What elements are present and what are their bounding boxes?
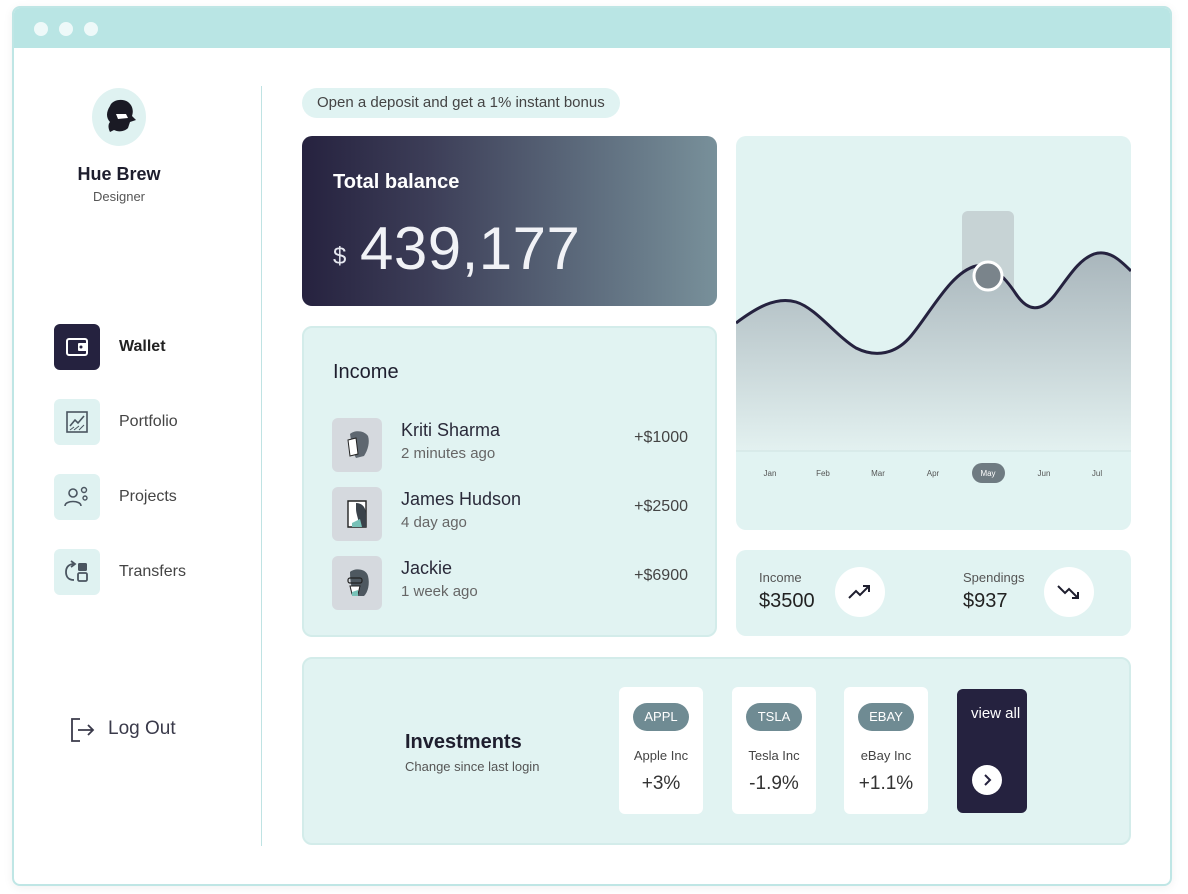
- x-tick-labels: Jan Feb Mar Apr May Jun Jul: [764, 469, 1103, 478]
- logout-label: Log Out: [108, 718, 176, 739]
- sidebar-item-label: Projects: [119, 488, 177, 505]
- investments-card: Investments Change since last login APPL…: [302, 657, 1131, 845]
- trending-up-icon[interactable]: [835, 567, 885, 617]
- investments-subtitle: Change since last login: [405, 759, 540, 774]
- income-time: 1 week ago: [401, 583, 478, 600]
- window-minimize-dot[interactable]: [59, 22, 73, 36]
- tick-feb: Feb: [816, 469, 830, 478]
- tick-jun: Jun: [1038, 469, 1051, 478]
- balance-chart[interactable]: Jan Feb Mar Apr May Jun Jul: [736, 136, 1131, 530]
- promo-banner[interactable]: Open a deposit and get a 1% instant bonu…: [302, 88, 620, 118]
- sidebar-item-wallet[interactable]: Wallet: [54, 324, 224, 370]
- sidebar-item-transfers[interactable]: Transfers: [54, 549, 224, 595]
- sidebar-item-label: Portfolio: [119, 413, 178, 430]
- user-role: Designer: [92, 189, 146, 204]
- tick-mar: Mar: [871, 469, 885, 478]
- income-time: 2 minutes ago: [401, 445, 496, 462]
- balance-title: Total balance: [333, 171, 460, 193]
- stock-ticker: TSLA: [746, 703, 802, 731]
- tick-jan: Jan: [764, 469, 777, 478]
- list-item[interactable]: Kriti Sharma 2 minutes ago +$1000: [332, 418, 688, 472]
- income-sender-name: James Hudson: [401, 489, 522, 509]
- stock-name: eBay Inc: [860, 748, 912, 763]
- app-window: Hue Brew Designer Wallet Portfolio Proje…: [12, 6, 1172, 886]
- income-amount: +$6900: [634, 567, 688, 584]
- person-avatar-icon: [332, 418, 382, 472]
- stock-card-appl[interactable]: APPL Apple Inc +3%: [619, 687, 703, 814]
- balance-card: Total balance $ 439,177: [302, 136, 717, 306]
- sidebar-item-projects[interactable]: Projects: [54, 474, 224, 520]
- sidebar-item-portfolio[interactable]: Portfolio: [54, 399, 224, 445]
- stock-change: +3%: [641, 773, 681, 794]
- user-avatar-icon: [107, 99, 136, 132]
- income-stat-value: $3500: [759, 590, 815, 612]
- income-sender-name: Jackie: [401, 558, 453, 578]
- view-all-button[interactable]: view all: [957, 689, 1027, 813]
- transfer-icon: [54, 549, 100, 595]
- tick-apr: Apr: [927, 469, 940, 478]
- income-sender-name: Kriti Sharma: [401, 420, 501, 440]
- stock-card-ebay[interactable]: EBAY eBay Inc +1.1%: [844, 687, 928, 814]
- logout-button[interactable]: Log Out: [70, 716, 200, 746]
- tick-may: May: [980, 469, 995, 478]
- window-close-dot[interactable]: [34, 22, 48, 36]
- investments-title: Investments: [405, 731, 522, 753]
- list-item[interactable]: James Hudson 4 day ago +$2500: [332, 487, 688, 541]
- income-time: 4 day ago: [401, 514, 467, 531]
- trending-down-icon[interactable]: [1044, 567, 1094, 617]
- wallet-icon: [54, 324, 100, 370]
- title-bar: [14, 8, 1170, 48]
- logout-icon: [71, 718, 95, 742]
- spendings-stat-label: Spendings: [963, 570, 1025, 585]
- window-maximize-dot[interactable]: [84, 22, 98, 36]
- view-all-label: view all: [971, 705, 1021, 722]
- chevron-right-icon[interactable]: [972, 765, 1002, 795]
- income-amount: +$2500: [634, 498, 688, 515]
- sidebar-item-label: Wallet: [119, 338, 166, 355]
- sidebar-divider: [261, 86, 262, 846]
- selected-point: [972, 260, 1004, 292]
- chart-plot: Jan Feb Mar Apr May Jun Jul: [736, 211, 1131, 483]
- chart-icon: [54, 399, 100, 445]
- series-area: [736, 252, 1131, 451]
- spendings-stat-value: $937: [963, 590, 1008, 612]
- income-card: Income Kriti Sharma 2 minutes ago +$1000: [302, 326, 717, 637]
- income-title: Income: [333, 361, 399, 383]
- income-amount: +$1000: [634, 429, 688, 446]
- stats-card: Income $3500 Spendings $937: [736, 550, 1131, 636]
- stock-name: Tesla Inc: [748, 748, 800, 763]
- stock-name: Apple Inc: [633, 748, 689, 763]
- balance-currency: $: [333, 243, 347, 270]
- stock-card-tsla[interactable]: TSLA Tesla Inc -1.9%: [732, 687, 816, 814]
- sidebar-item-label: Transfers: [119, 563, 186, 580]
- user-name: Hue Brew: [77, 164, 161, 184]
- avatar[interactable]: [92, 88, 146, 146]
- team-gear-icon: [54, 474, 100, 520]
- tick-jul: Jul: [1092, 469, 1102, 478]
- person-avatar-icon: [332, 556, 382, 610]
- stock-ticker: APPL: [633, 703, 689, 731]
- income-stat-label: Income: [759, 570, 802, 585]
- balance-value: 439,177: [360, 215, 581, 282]
- person-avatar-icon: [332, 487, 382, 541]
- stock-ticker: EBAY: [858, 703, 914, 731]
- stock-change: -1.9%: [749, 773, 799, 794]
- list-item[interactable]: Jackie 1 week ago +$6900: [332, 556, 688, 610]
- stock-change: +1.1%: [858, 773, 914, 794]
